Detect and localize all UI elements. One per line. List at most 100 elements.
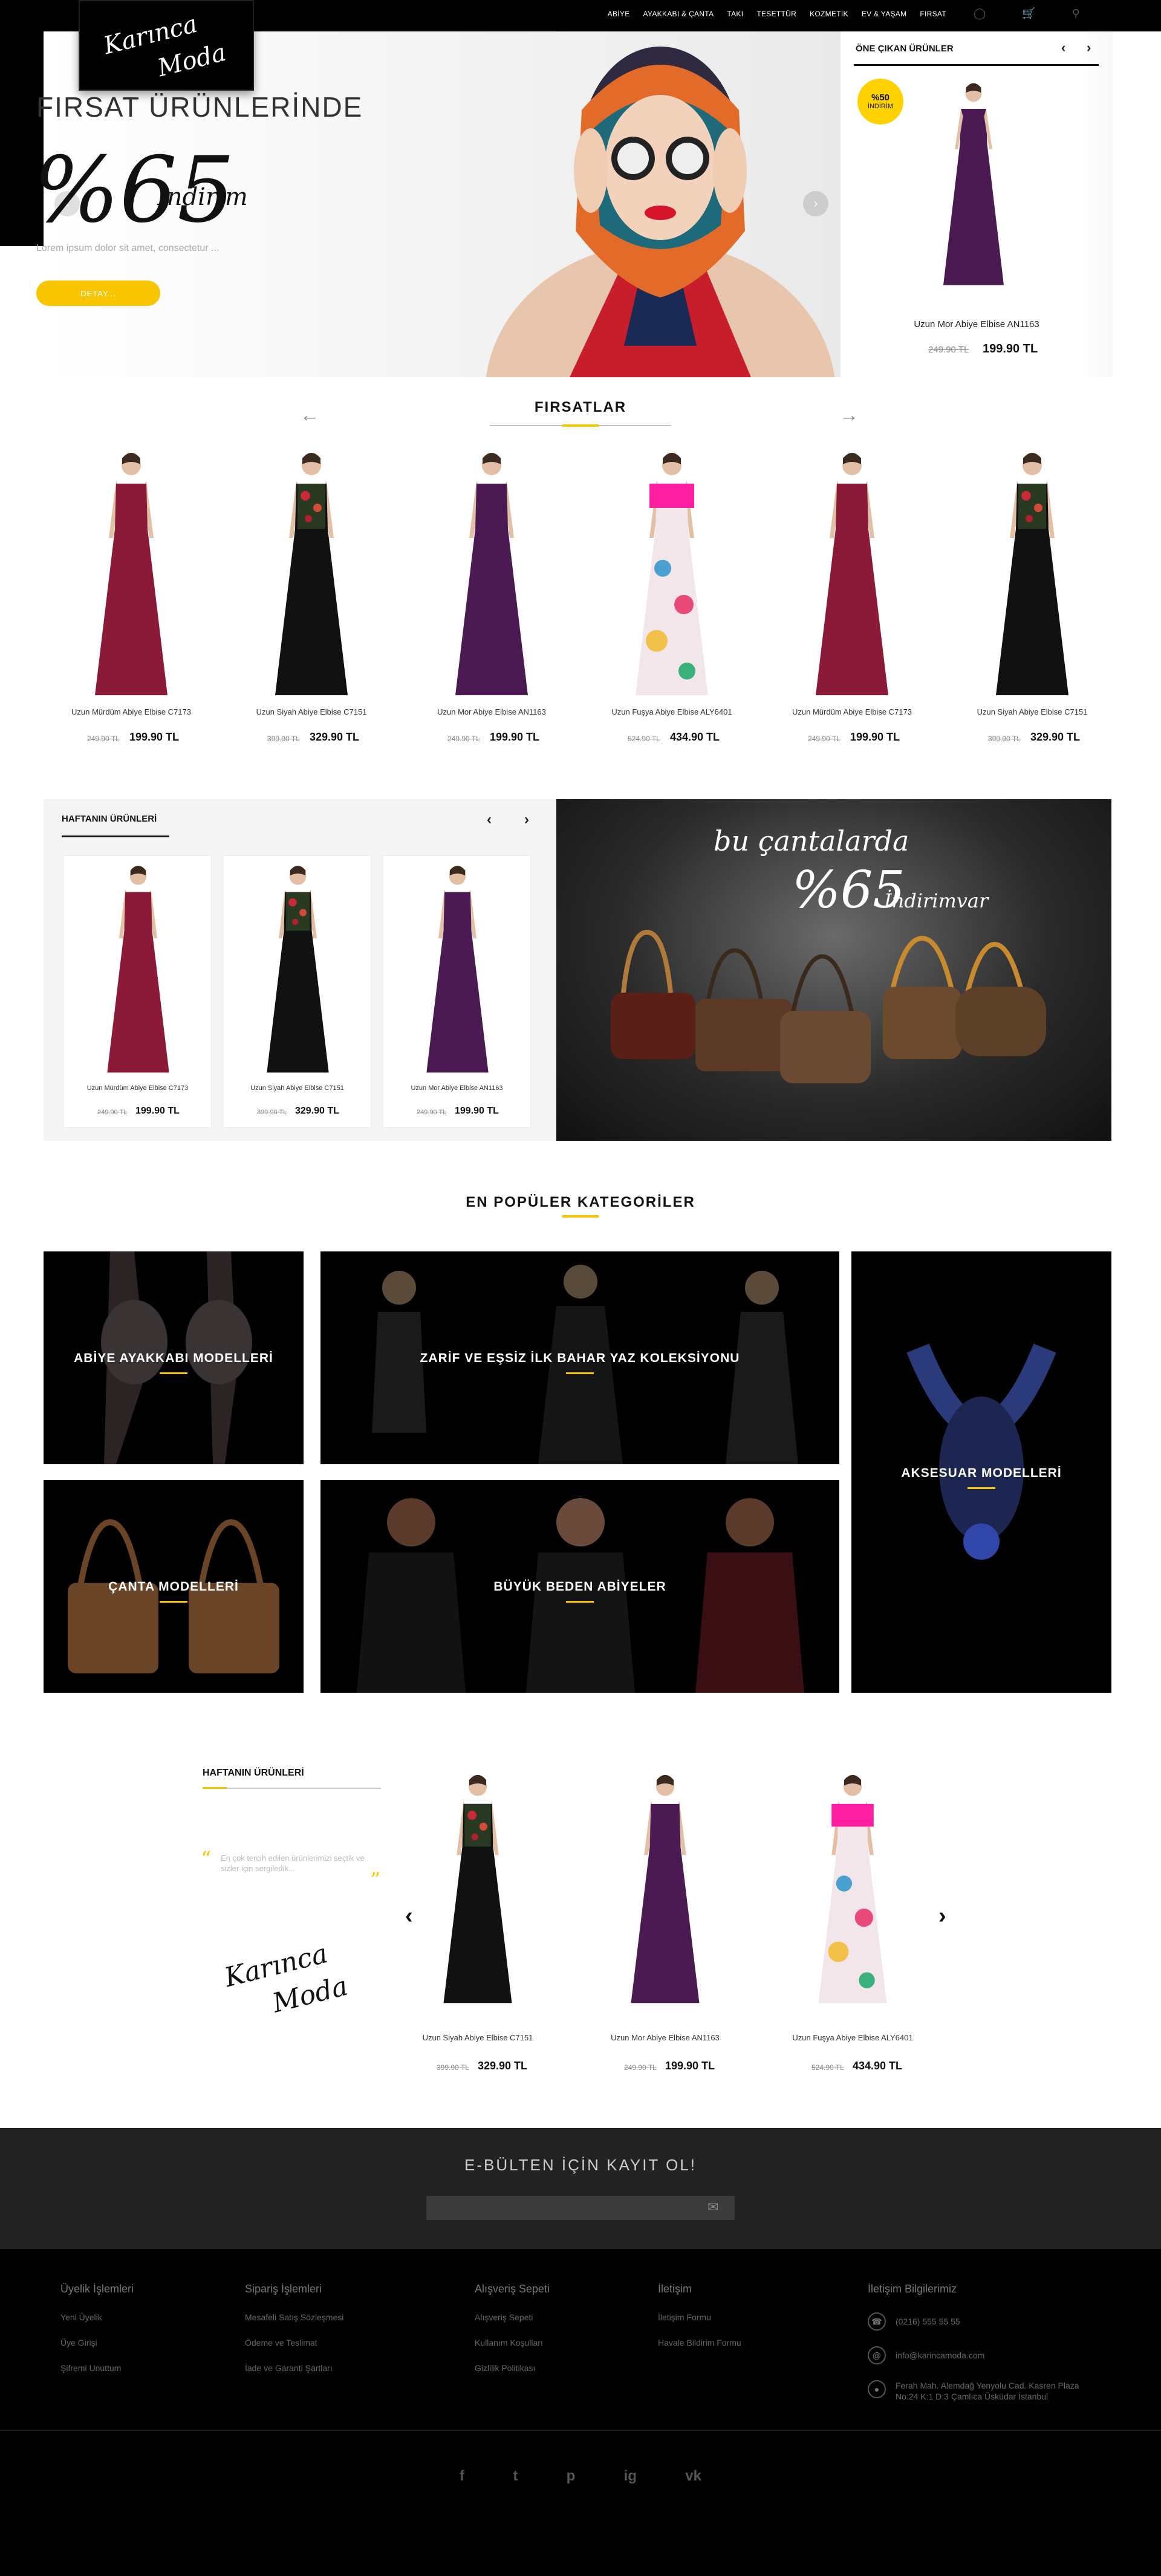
featured-next-icon[interactable]: ›	[1087, 40, 1091, 56]
product-card[interactable]: Uzun Mürdüm Abiye Elbise C7173 249.90 TL…	[764, 447, 940, 762]
firsatlar-prev-arrow-icon[interactable]: ←	[300, 404, 319, 426]
hero-detail-button[interactable]: DETAY...	[36, 281, 160, 306]
product-image[interactable]	[80, 447, 183, 701]
contact-email[interactable]: info@karincamoda.com	[896, 2351, 984, 2360]
product-image[interactable]	[801, 447, 903, 701]
product-card[interactable]: Uzun Mürdüm Abiye Elbise C7173 249.90 TL…	[63, 855, 212, 1127]
hero-title: FIRSAT ÜRÜNLERİNDE	[36, 91, 363, 123]
weekly-next-icon[interactable]: ›	[524, 811, 529, 828]
product-image[interactable]	[981, 447, 1084, 701]
product-name[interactable]: Uzun Siyah Abiye Elbise C7151	[224, 707, 399, 716]
product-old-price: 249.90 TL	[447, 735, 480, 743]
product-name[interactable]: Uzun Mürdüm Abiye Elbise C7173	[764, 707, 940, 716]
featured-title-underline	[854, 64, 1099, 66]
nav-item-ev-yasam[interactable]: EV & YAŞAM	[862, 10, 907, 18]
footer-link[interactable]: İade ve Garanti Şartları	[245, 2363, 343, 2373]
firsatlar-next-arrow-icon[interactable]: →	[839, 404, 859, 426]
featured-prev-icon[interactable]: ‹	[1061, 40, 1065, 56]
pinterest-icon[interactable]: p	[567, 2468, 576, 2485]
product-old-price: 249.90 TL	[417, 1109, 447, 1116]
cart-icon[interactable]: 🛒	[1022, 7, 1035, 20]
nav-item-tesettur[interactable]: TESETTÜR	[756, 10, 796, 18]
product-image[interactable]	[620, 447, 723, 701]
product-image[interactable]	[617, 1762, 714, 2016]
nav-item-taki[interactable]: TAKI	[727, 10, 743, 18]
footer-link[interactable]: Mesafeli Satış Sözleşmesi	[245, 2312, 343, 2322]
logo[interactable]: Karınca Moda	[79, 0, 254, 91]
nav-item-ayakkabi-canta[interactable]: AYAKKABI & ÇANTA	[643, 10, 714, 18]
product-name[interactable]: Uzun Mor Abiye Elbise AN1163	[404, 707, 579, 716]
footer-link[interactable]: Şifremi Unuttum	[60, 2363, 134, 2373]
product-name[interactable]: Uzun Fuşya Abiye Elbise ALY6401	[762, 2033, 943, 2042]
product-image[interactable]	[94, 856, 182, 1083]
category-tile-accessories[interactable]: AKSESUAR MODELLERİ	[851, 1251, 1111, 1693]
product-name[interactable]: Uzun Siyah Abiye Elbise C7151	[945, 707, 1120, 716]
contact-phone[interactable]: (0216) 555 55 55	[896, 2317, 960, 2326]
nav-item-kozmetik[interactable]: KOZMETİK	[810, 10, 848, 18]
product-old-price: 399.90 TL	[988, 735, 1021, 743]
category-tile-plus-size[interactable]: BÜYÜK BEDEN ABİYELER	[320, 1480, 839, 1693]
search-icon[interactable]: ⚲	[1072, 7, 1080, 20]
hero-next-button[interactable]: ›	[803, 191, 828, 216]
vk-icon[interactable]: vk	[685, 2468, 701, 2485]
product-image[interactable]	[440, 447, 543, 701]
product-card[interactable]: Uzun Mor Abiye Elbise AN1163 249.90 TL 1…	[574, 1762, 756, 2077]
product-image[interactable]	[804, 1762, 901, 2016]
accent-bar	[562, 424, 599, 427]
featured-product-image[interactable]	[919, 79, 1028, 290]
product-card[interactable]: Uzun Fuşya Abiye Elbise ALY6401 524.90 T…	[584, 447, 759, 762]
product-old-price: 399.90 TL	[257, 1109, 287, 1116]
product-name[interactable]: Uzun Mor Abiye Elbise AN1163	[574, 2033, 756, 2042]
footer-link[interactable]: İletişim Formu	[658, 2312, 741, 2322]
product-card[interactable]: Uzun Mürdüm Abiye Elbise C7173 249.90 TL…	[44, 447, 219, 762]
product-image[interactable]	[429, 1762, 526, 2016]
section-title-firsatlar: FIRSATLAR	[534, 399, 627, 415]
nav-item-abiye[interactable]: ABİYE	[608, 10, 630, 18]
footer-link[interactable]: Üye Girişi	[60, 2338, 134, 2347]
product-card[interactable]: Uzun Siyah Abiye Elbise C7151 399.90 TL …	[224, 447, 399, 762]
footer-col-title: Üyelik İşlemleri	[60, 2283, 134, 2295]
footer-link[interactable]: Havale Bildirim Formu	[658, 2338, 741, 2347]
footer-link[interactable]: Yeni Üyelik	[60, 2312, 134, 2322]
footer-link[interactable]: Kullanım Koşulları	[475, 2338, 550, 2347]
category-tile-collection[interactable]: ZARİF VE EŞSİZ İLK BAHAR YAZ KOLEKSİYONU	[320, 1251, 839, 1464]
product-name[interactable]: Uzun Siyah Abiye Elbise C7151	[387, 2033, 568, 2042]
footer-link[interactable]: Alışveriş Sepeti	[475, 2312, 550, 2322]
product-new-price: 329.90 TL	[1030, 731, 1081, 743]
category-accent-bar	[968, 1487, 995, 1489]
product-name[interactable]: Uzun Siyah Abiye Elbise C7151	[224, 1085, 371, 1092]
category-tile-bags[interactable]: ÇANTA MODELLERİ	[44, 1480, 304, 1693]
instagram-icon[interactable]: ig	[624, 2468, 637, 2485]
product-name[interactable]: Uzun Mürdüm Abiye Elbise C7173	[64, 1085, 211, 1092]
newsletter-email-input[interactable]	[426, 2196, 735, 2220]
main-nav: ABİYE AYAKKABI & ÇANTA TAKI TESETTÜR KOZ…	[608, 10, 946, 18]
product-image[interactable]	[414, 856, 501, 1083]
product-card[interactable]: Uzun Siyah Abiye Elbise C7151 399.90 TL …	[223, 855, 371, 1127]
product-image[interactable]	[254, 856, 342, 1083]
product-name[interactable]: Uzun Mürdüm Abiye Elbise C7173	[44, 707, 219, 716]
product-card[interactable]: Uzun Siyah Abiye Elbise C7151 399.90 TL …	[387, 1762, 568, 2077]
twitter-icon[interactable]: t	[513, 2468, 518, 2485]
category-tile-shoes[interactable]: ABİYE AYAKKABI MODELLERİ	[44, 1251, 304, 1464]
contact-address: Ferah Mah. Alemdağ Yenyolu Cad. Kasren P…	[896, 2381, 1079, 2402]
featured-product-name[interactable]: Uzun Mor Abiye Elbise AN1163	[841, 319, 1113, 329]
footer-link[interactable]: Gizlilik Politikası	[475, 2363, 550, 2373]
accent-bar	[562, 1215, 599, 1218]
quote-close-icon: ”	[370, 1868, 381, 1892]
newsletter-section	[0, 2128, 1161, 2249]
product-image[interactable]	[260, 447, 363, 701]
footer-link[interactable]: Ödeme ve Teslimat	[245, 2338, 343, 2347]
nav-item-firsat[interactable]: FIRSAT	[920, 10, 946, 18]
product-name[interactable]: Uzun Mor Abiye Elbise AN1163	[383, 1085, 530, 1092]
weekly-prev-icon[interactable]: ‹	[487, 811, 492, 828]
category-accent-bar	[566, 1372, 594, 1374]
facebook-icon[interactable]: f	[460, 2468, 464, 2485]
product-card[interactable]: Uzun Siyah Abiye Elbise C7151 399.90 TL …	[945, 447, 1120, 762]
product-card[interactable]: Uzun Fuşya Abiye Elbise ALY6401 524.90 T…	[762, 1762, 943, 2077]
product-card[interactable]: Uzun Mor Abiye Elbise AN1163 249.90 TL 1…	[404, 447, 579, 762]
envelope-icon[interactable]: ✉	[707, 2199, 718, 2215]
product-card[interactable]: Uzun Mor Abiye Elbise AN1163 249.90 TL 1…	[383, 855, 531, 1127]
user-icon[interactable]: ◯	[974, 7, 986, 20]
bottom-weekly-underline	[203, 1788, 381, 1789]
product-name[interactable]: Uzun Fuşya Abiye Elbise ALY6401	[584, 707, 759, 716]
